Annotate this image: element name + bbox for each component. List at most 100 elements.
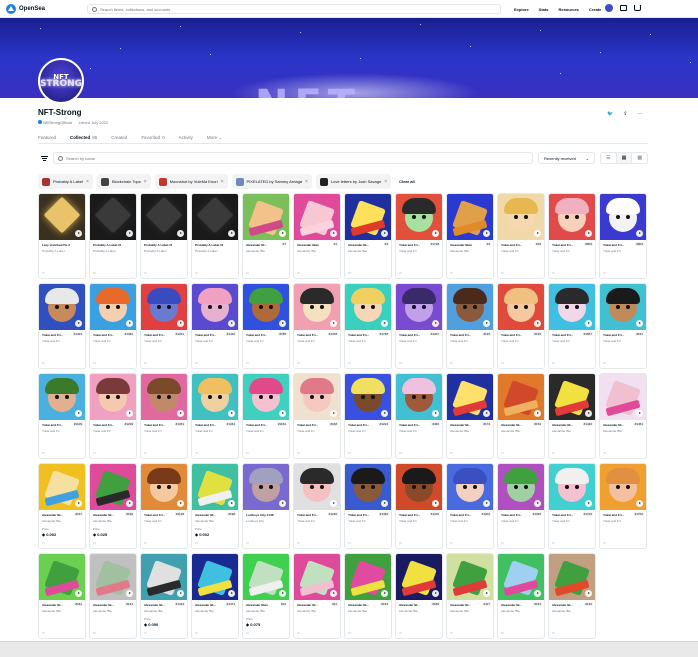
nft-card[interactable]: Yokai and Fri... #1361 Yokai and Fri ▭ [140, 373, 188, 459]
nft-image[interactable] [498, 464, 544, 510]
play-icon[interactable] [279, 230, 286, 237]
play-icon[interactable] [636, 320, 643, 327]
nft-card[interactable]: Yokai and Fri... #785 Yokai and Fri ▭ [242, 283, 290, 369]
nft-card[interactable]: Alexander Blan #1 Alexander Bla ▭ [293, 193, 341, 279]
nft-card[interactable]: Probably A Label #1716 Probably A Label ▭ [140, 193, 188, 279]
nft-card[interactable]: Yokai and Fri... #168 Yokai and Fri ▭ [293, 373, 341, 459]
tab-created[interactable]: Created [111, 135, 127, 141]
tab-activity[interactable]: Activity [179, 135, 193, 141]
nft-card[interactable]: Yokai and Fri... #1492 Yokai and Fri ▭ [344, 463, 392, 549]
nft-card[interactable]: Alexander Bl... #181 Alexander Bla ▭ [38, 553, 86, 639]
nft-card[interactable]: Yokai and Fri... #804 Yokai and Fri ▭ [599, 193, 647, 279]
nft-image[interactable] [294, 374, 340, 420]
play-icon[interactable] [177, 320, 184, 327]
nft-image[interactable] [600, 374, 646, 420]
nft-card[interactable]: Alexander Bl... #154 Alexander Bla ▭ [497, 373, 545, 459]
nft-image[interactable] [243, 194, 289, 240]
play-icon[interactable] [177, 410, 184, 417]
play-icon[interactable] [483, 410, 490, 417]
nft-image[interactable] [141, 374, 187, 420]
tab-favorited[interactable]: Favorited 0 [141, 135, 164, 141]
nft-image[interactable] [549, 464, 595, 510]
nft-image[interactable] [192, 554, 238, 600]
nft-card[interactable]: Yokai and Fri... #1702 Yokai and Fri ▭ [599, 463, 647, 549]
play-icon[interactable] [126, 230, 133, 237]
play-icon[interactable] [279, 500, 286, 507]
filter-chip[interactable]: PIXELATED by Sammy Arriaga × [231, 174, 312, 189]
play-icon[interactable] [534, 320, 541, 327]
play-icon[interactable] [636, 500, 643, 507]
play-icon[interactable] [228, 320, 235, 327]
nft-image[interactable] [243, 554, 289, 600]
nft-image[interactable] [345, 374, 391, 420]
nft-image[interactable] [90, 194, 136, 240]
nft-card[interactable]: Alexander Blan #12 Alexander Bla Price ◆ 0.0… [242, 553, 290, 639]
nft-card[interactable]: Yokai and Fri... #1236 Yokai and Fri ▭ [293, 463, 341, 549]
play-icon[interactable] [177, 500, 184, 507]
tab-more[interactable]: More ⌄ [207, 135, 222, 141]
nft-card[interactable]: Lazy sketched Pu Jacket Probably A Label ▭ [38, 193, 86, 279]
play-icon[interactable] [585, 410, 592, 417]
nft-card[interactable]: Probably A Label #1768 Probably A Label ▭ [191, 193, 239, 279]
nft-card[interactable]: Yokai and Fri... #1423 Yokai and Fri ▭ [38, 283, 86, 369]
play-icon[interactable] [177, 230, 184, 237]
nft-card[interactable]: Yokai and Fri... #1344 Yokai and Fri ▭ [191, 373, 239, 459]
play-icon[interactable] [381, 500, 388, 507]
nft-card[interactable]: Yokai and Fri... #1109 Yokai and Fri ▭ [38, 373, 86, 459]
nft-card[interactable]: Alexander Bl... #1471 Alexander Bla ▭ [191, 553, 239, 639]
nft-card[interactable]: Yokai and Fri... #135 Yokai and Fri ▭ [497, 283, 545, 369]
play-icon[interactable] [585, 590, 592, 597]
filter-toggle-button[interactable] [38, 153, 50, 163]
nft-card[interactable]: Yokai and Fri... #804 Yokai and Fri ▭ [548, 193, 596, 279]
nft-image[interactable] [345, 554, 391, 600]
nft-image[interactable] [345, 464, 391, 510]
nft-card[interactable]: Alexander Bl... #1424 Alexander Bla Price ◆ … [140, 553, 188, 639]
nft-image[interactable] [90, 554, 136, 600]
close-icon[interactable]: × [305, 179, 308, 185]
filter-chip[interactable]: Moonshot by VuleMa Enori × [154, 174, 228, 189]
play-icon[interactable] [228, 500, 235, 507]
play-icon[interactable] [228, 410, 235, 417]
play-icon[interactable] [432, 320, 439, 327]
nft-image[interactable] [294, 194, 340, 240]
play-icon[interactable] [75, 410, 82, 417]
play-icon[interactable] [483, 230, 490, 237]
nft-card[interactable]: Alexander Bl... #141 Alexander Bla ▭ [89, 553, 137, 639]
play-icon[interactable] [126, 500, 133, 507]
play-icon[interactable] [483, 500, 490, 507]
cart-icon[interactable] [634, 5, 641, 11]
play-icon[interactable] [636, 410, 643, 417]
nft-image[interactable] [141, 284, 187, 330]
play-icon[interactable] [75, 500, 82, 507]
play-icon[interactable] [483, 590, 490, 597]
nft-card[interactable]: Alexander Bl... #197 Alexander Bla Price ◆ 0… [38, 463, 86, 549]
play-icon[interactable] [75, 230, 82, 237]
filter-chip[interactable]: Love letters by Josh Savage × [315, 174, 392, 189]
nft-image[interactable] [396, 194, 442, 240]
nft-card[interactable]: Yokai and Fri... #1207 Yokai and Fri ▭ [395, 283, 443, 369]
nft-card[interactable]: Yokai and Fri... #151 Yokai and Fri ▭ [599, 283, 647, 369]
play-icon[interactable] [381, 590, 388, 597]
play-icon[interactable] [330, 320, 337, 327]
item-search-input[interactable] [66, 155, 506, 161]
nft-image[interactable] [549, 284, 595, 330]
play-icon[interactable] [483, 320, 490, 327]
grid-large-view-icon[interactable]: ▦ [616, 153, 633, 163]
nft-card[interactable]: Alexander Bl... #193 Alexander Bla ▭ [344, 553, 392, 639]
nav-create[interactable]: Create [589, 7, 601, 12]
nft-card[interactable]: Lostboys City #1423 Lostboys City ▭ [242, 463, 290, 549]
nft-image[interactable] [345, 284, 391, 330]
nft-image[interactable] [549, 194, 595, 240]
nft-image[interactable] [39, 284, 85, 330]
nft-image[interactable] [90, 374, 136, 420]
close-icon[interactable]: × [86, 179, 89, 185]
grid-small-view-icon[interactable]: ▩ [632, 153, 647, 163]
play-icon[interactable] [534, 590, 541, 597]
nft-card[interactable]: Probably A Label #1321 Probably A Label ▭ [89, 193, 137, 279]
profile-avatar-icon[interactable] [605, 4, 613, 12]
nft-card[interactable]: Yokai and Fri... #135 Yokai and Fri ▭ [446, 283, 494, 369]
nft-card[interactable]: Alexander Bl... #140 Alexander Bla ▭ [548, 553, 596, 639]
nav-stats[interactable]: Stats [539, 7, 549, 12]
clear-all-button[interactable]: Clear all [399, 179, 415, 184]
nft-image[interactable] [141, 194, 187, 240]
